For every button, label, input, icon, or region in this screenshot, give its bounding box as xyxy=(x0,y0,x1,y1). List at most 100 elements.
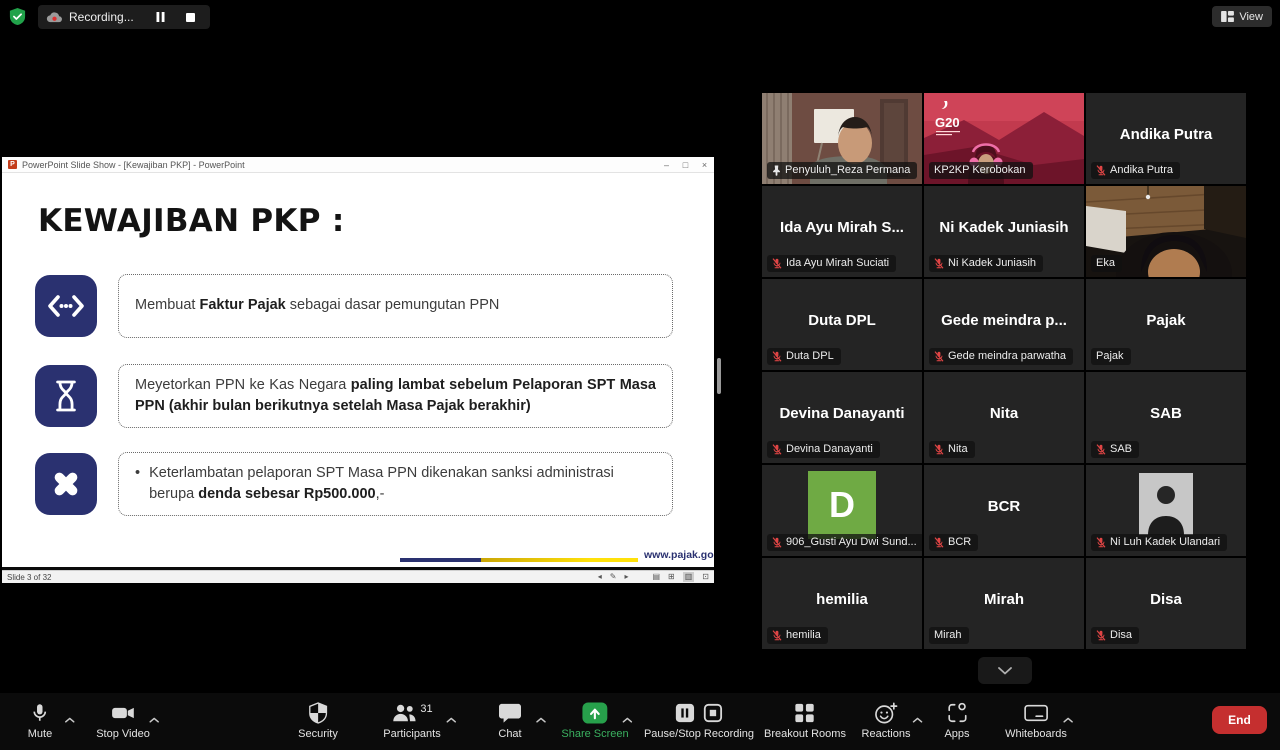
muted-mic-icon xyxy=(934,444,944,455)
participant-label: 906_Gusti Ayu Dwi Sund... xyxy=(767,534,922,551)
participant-label: Duta DPL xyxy=(767,348,841,365)
window-title: PowerPoint Slide Show - [Kewajiban PKP] … xyxy=(22,160,657,170)
reactions-button[interactable]: Reactions xyxy=(862,702,911,740)
security-button[interactable]: Security xyxy=(298,702,338,740)
slide-sorter-view-icon[interactable]: ⊞ xyxy=(668,572,675,582)
slide-item-2: Meyetorkan PPN ke Kas Negara paling lamb… xyxy=(35,361,673,431)
pause-recording-icon[interactable] xyxy=(675,703,695,723)
participant-label: Eka xyxy=(1091,255,1122,272)
participant-label: Ni Luh Kadek Ulandari xyxy=(1091,534,1227,551)
participants-options-chevron[interactable] xyxy=(447,710,457,728)
muted-mic-icon xyxy=(1096,537,1106,548)
participant-label: BCR xyxy=(929,534,978,551)
muted-mic-icon xyxy=(772,351,782,362)
whiteboard-icon xyxy=(1023,702,1049,724)
participant-tile-reza[interactable]: Penyuluh_Reza Permana xyxy=(762,93,922,184)
previous-slide-icon[interactable]: ◂ xyxy=(598,572,602,582)
hourglass-icon xyxy=(35,365,97,427)
participant-tile-eka[interactable]: Eka xyxy=(1086,186,1246,277)
muted-mic-icon xyxy=(772,444,782,455)
stop-recording-button[interactable] xyxy=(182,8,200,26)
share-options-chevron[interactable] xyxy=(622,710,632,728)
slide-item-3: • Keterlambatan pelaporan SPT Masa PPN d… xyxy=(35,449,673,519)
shield-icon xyxy=(308,702,328,724)
participants-count: 31 xyxy=(420,703,432,715)
slide-counter: Slide 3 of 32 xyxy=(7,573,51,582)
participant-tile-bcr[interactable]: BCR BCR xyxy=(924,465,1084,556)
next-slide-icon[interactable]: ▸ xyxy=(624,572,628,582)
chat-options-chevron[interactable] xyxy=(536,710,546,728)
stop-recording-icon[interactable] xyxy=(703,703,723,723)
scrollbar-thumb[interactable] xyxy=(717,358,721,394)
video-options-chevron[interactable] xyxy=(149,710,159,728)
mute-button[interactable]: Mute xyxy=(28,702,52,740)
reactions-options-chevron[interactable] xyxy=(912,710,922,728)
smiley-plus-icon xyxy=(873,702,898,724)
slide-item-1: Membuat Faktur Pajak sebagai dasar pemun… xyxy=(35,271,673,341)
powerpoint-app-icon: P xyxy=(8,160,17,169)
maximize-button[interactable]: □ xyxy=(676,158,695,172)
normal-view-icon[interactable]: ▤ xyxy=(652,572,660,582)
muted-mic-icon xyxy=(772,537,782,548)
slide-item-text-box: • Keterlambatan pelaporan SPT Masa PPN d… xyxy=(118,452,673,516)
participant-label: Gede meindra parwatha xyxy=(929,348,1073,365)
participant-tile-duta[interactable]: Duta DPL Duta DPL xyxy=(762,279,922,370)
people-icon xyxy=(391,702,417,724)
grid-icon xyxy=(794,702,817,724)
avatar xyxy=(1139,473,1193,535)
participant-label: SAB xyxy=(1091,441,1139,458)
participant-tile-niluh[interactable]: Ni Luh Kadek Ulandari xyxy=(1086,465,1246,556)
share-screen-button[interactable]: Share Screen xyxy=(561,702,628,740)
slideshow-view-icon[interactable]: ⊡ xyxy=(702,572,709,582)
participant-tile-kp2kp[interactable]: G20 KP2KP Kerobokan xyxy=(924,93,1084,184)
mute-options-chevron[interactable] xyxy=(65,710,75,728)
muted-mic-icon xyxy=(1096,630,1106,641)
svg-text:G20: G20 xyxy=(935,115,960,130)
slide-canvas[interactable]: KEWAJIBAN PKP : Membuat Faktur Pajak seb… xyxy=(2,173,714,567)
participant-label: Andika Putra xyxy=(1091,162,1180,179)
whiteboards-button[interactable]: Whiteboards xyxy=(1005,702,1067,740)
participants-button[interactable]: 31 Participants xyxy=(383,702,440,740)
apps-button[interactable]: Apps xyxy=(944,702,969,740)
window-titlebar[interactable]: P PowerPoint Slide Show - [Kewajiban PKP… xyxy=(2,157,714,173)
view-label: View xyxy=(1239,11,1263,23)
end-meeting-button[interactable]: End xyxy=(1212,706,1267,734)
participant-tile-nita[interactable]: Nita Nita xyxy=(924,372,1084,463)
avatar: D xyxy=(808,471,876,539)
participant-tile-andika[interactable]: Andika Putra Andika Putra xyxy=(1086,93,1246,184)
breakout-rooms-button[interactable]: Breakout Rooms xyxy=(764,702,846,740)
chat-button[interactable]: Chat xyxy=(498,702,522,740)
participant-tile-pajak[interactable]: Pajak Pajak xyxy=(1086,279,1246,370)
meeting-info-shield-icon[interactable] xyxy=(8,7,27,31)
whiteboards-options-chevron[interactable] xyxy=(1063,710,1073,728)
pen-annotate-icon[interactable]: ✎ xyxy=(610,572,617,582)
reading-view-icon[interactable]: ▥ xyxy=(683,572,695,582)
participant-tile-gede[interactable]: Gede meindra p... Gede meindra parwatha xyxy=(924,279,1084,370)
participant-tile-nikadek[interactable]: Ni Kadek Juniasih Ni Kadek Juniasih xyxy=(924,186,1084,277)
pause-stop-recording-button[interactable]: Pause/Stop Recording xyxy=(644,702,754,740)
participant-tile-disa[interactable]: Disa Disa xyxy=(1086,558,1246,649)
pin-icon xyxy=(772,165,781,176)
muted-mic-icon xyxy=(772,630,782,641)
participant-tile-mirah[interactable]: Mirah Mirah xyxy=(924,558,1084,649)
minimize-button[interactable]: – xyxy=(657,158,676,172)
participants-grid: Penyuluh_Reza Permana G20 KP2KP Keroboka… xyxy=(762,93,1246,649)
more-participants-button[interactable] xyxy=(978,657,1032,684)
view-button[interactable]: View xyxy=(1212,6,1272,27)
participant-label: Disa xyxy=(1091,627,1139,644)
close-button[interactable]: × xyxy=(695,158,714,172)
pause-recording-button[interactable] xyxy=(152,8,170,26)
recording-label: Recording... xyxy=(69,10,134,24)
powerpoint-window: P PowerPoint Slide Show - [Kewajiban PKP… xyxy=(2,157,714,583)
participant-tile-hemilia[interactable]: hemilia hemilia xyxy=(762,558,922,649)
participant-tile-ida[interactable]: Ida Ayu Mirah S... Ida Ayu Mirah Suciati xyxy=(762,186,922,277)
participant-label: Devina Danayanti xyxy=(767,441,880,458)
stop-video-button[interactable]: Stop Video xyxy=(96,702,150,740)
slide-item-text-box: Membuat Faktur Pajak sebagai dasar pemun… xyxy=(118,274,673,338)
participant-tile-gusti[interactable]: D 906_Gusti Ayu Dwi Sund... xyxy=(762,465,922,556)
participant-tile-sab[interactable]: SAB SAB xyxy=(1086,372,1246,463)
participant-tile-devina[interactable]: Devina Danayanti Devina Danayanti xyxy=(762,372,922,463)
footer-accent-line xyxy=(400,558,638,562)
participant-label: hemilia xyxy=(767,627,828,644)
microphone-icon xyxy=(29,702,51,724)
